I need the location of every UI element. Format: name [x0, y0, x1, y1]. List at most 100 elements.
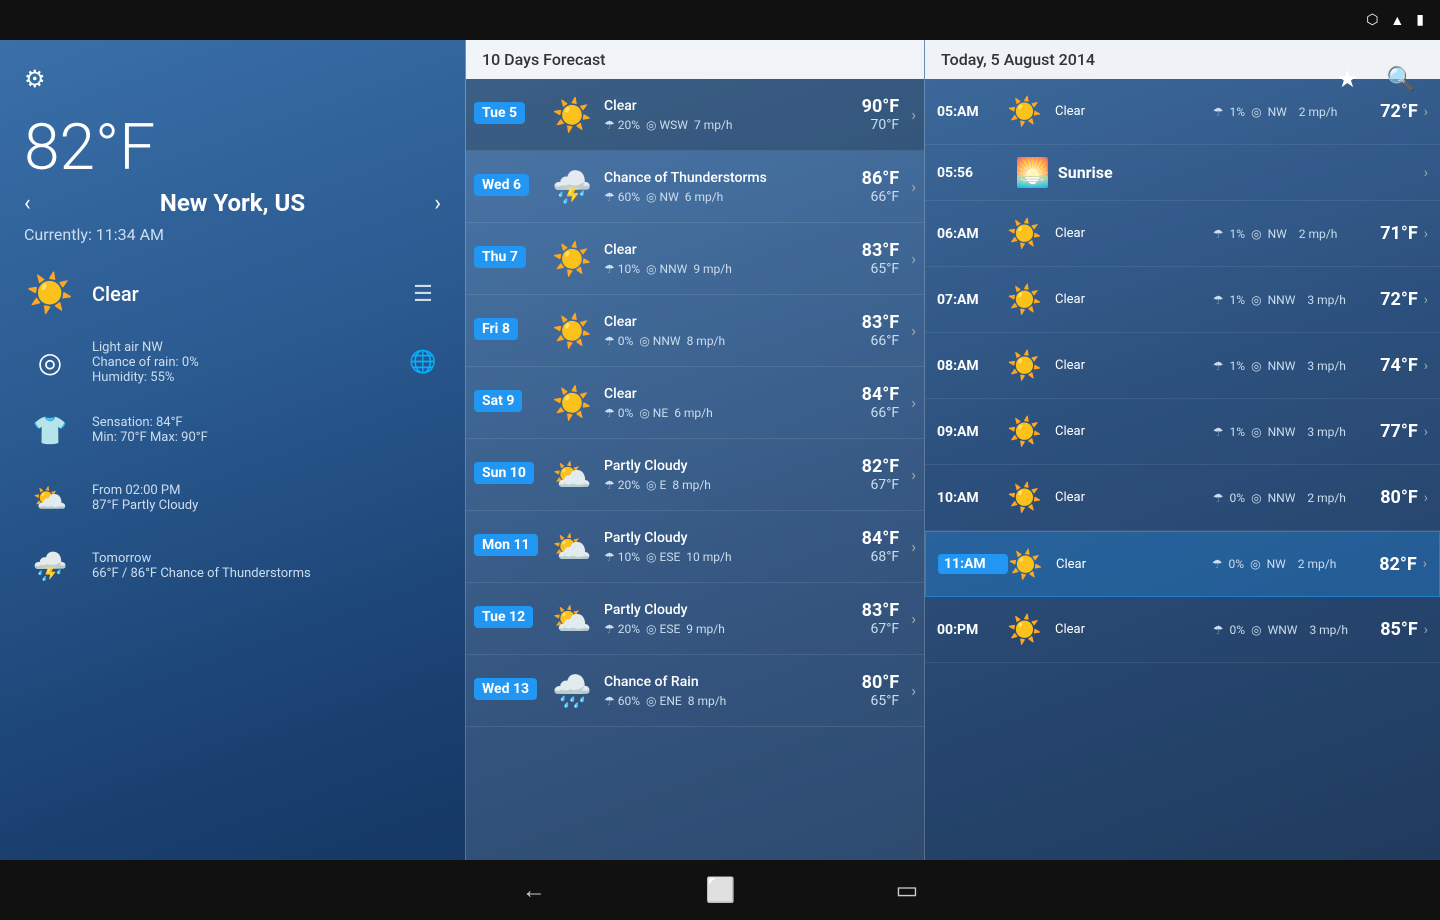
forecast-wind: ◎ NNW — [646, 262, 687, 276]
hourly-wind-speed: 2 mp/h — [1299, 227, 1338, 241]
forecast-day-label: Sat 9 — [474, 390, 546, 416]
forecast-row[interactable]: Thu 7 ☀️ Clear ☂ 10% ◎ NNW 9 mp/h 83°F 6 — [466, 223, 924, 295]
forecast-description: Partly Cloudy ☂ 20% ◎ E 8 mp/h — [598, 458, 831, 492]
forecast-condition: Chance of Rain — [604, 674, 825, 690]
hourly-row[interactable]: 00:PM ☀️ Clear ☂ 0% ◎ WNW 3 mp/h 85°F › — [925, 597, 1440, 663]
hourly-time: 11:AM — [938, 554, 1008, 574]
forecast-row[interactable]: Mon 11 ⛅ Partly Cloudy ☂ 10% ◎ ESE 10 mp… — [466, 511, 924, 583]
sensation-text: Sensation: 84°F Min: 70°F Max: 90°F — [92, 415, 441, 445]
forecast-row[interactable]: Tue 12 ⛅ Partly Cloudy ☂ 20% ◎ ESE 9 mp/… — [466, 583, 924, 655]
forecast-arrow: › — [911, 393, 916, 412]
hourly-wind-speed: 2 mp/h — [1298, 557, 1337, 571]
hourly-temperature: 82°F — [1352, 554, 1417, 575]
current-time: Currently: 11:34 AM — [24, 225, 441, 244]
hourly-wind-speed: 3 mp/h — [1307, 425, 1346, 439]
hourly-wind-speed: 3 mp/h — [1309, 623, 1348, 637]
umbrella-icon: ☂ — [604, 622, 615, 636]
forecast-row[interactable]: Fri 8 ☀️ Clear ☂ 0% ◎ NNW 8 mp/h 83°F 66 — [466, 295, 924, 367]
hourly-temperature: 74°F — [1353, 355, 1418, 376]
forecast-row[interactable]: Sun 10 ⛅ Partly Cloudy ☂ 20% ◎ E 8 mp/h … — [466, 439, 924, 511]
forecast-row[interactable]: Wed 13 🌧️ Chance of Rain ☂ 60% ◎ ENE 8 m… — [466, 655, 924, 727]
detail-list-icon[interactable]: ☰ — [405, 276, 441, 312]
forecast-day-badge: Mon 11 — [474, 534, 538, 556]
hourly-row[interactable]: 06:AM ☀️ Clear ☂ 1% ◎ NW 2 mp/h 71°F › — [925, 201, 1440, 267]
forecast-list: Tue 5 ☀️ Clear ☂ 20% ◎ WSW 7 mp/h 90°F 7 — [466, 79, 924, 727]
hourly-details: ☂ 0% ◎ WNW 3 mp/h — [1213, 623, 1353, 637]
hourly-details: ☂ 0% ◎ NW 2 mp/h — [1212, 557, 1352, 571]
forecast-condition: Clear — [604, 242, 825, 258]
forecast-wind-speed: 8 mp/h — [672, 478, 711, 492]
hourly-row[interactable]: 09:AM ☀️ Clear ☂ 1% ◎ NNW 3 mp/h 77°F › — [925, 399, 1440, 465]
current-condition-text: Clear — [92, 282, 389, 306]
search-icon[interactable]: 🔍 — [1386, 65, 1416, 93]
battery-icon: ▮ — [1416, 12, 1424, 28]
forecast-low-temp: 68°F — [831, 549, 899, 565]
hourly-time: 08:AM — [937, 358, 1007, 374]
forecast-umbrella: ☂ 10% — [604, 550, 640, 564]
umbrella-icon: ☂ — [604, 190, 615, 204]
forecast-details: ☂ 0% ◎ NE 6 mp/h — [604, 406, 825, 420]
forecast-wind: ◎ ESE — [646, 622, 680, 636]
forecast-row[interactable]: Wed 6 ⛈️ Chance of Thunderstorms ☂ 60% ◎… — [466, 151, 924, 223]
wind-icon: ◎ — [646, 262, 656, 276]
main-temperature: 82°F — [24, 110, 441, 189]
forecast-low-temp: 65°F — [831, 693, 899, 709]
hourly-condition: Clear — [1055, 622, 1213, 637]
forecast-wind-speed: 9 mp/h — [693, 262, 732, 276]
status-bar: ⬡ ▲ ▮ — [0, 0, 1440, 40]
hourly-umbrella-pct: 0% — [1230, 623, 1246, 637]
forecast-weather-icon: ⛈️ — [546, 168, 598, 206]
forecast-temperatures: 84°F 68°F — [831, 528, 911, 565]
forecast-details: ☂ 60% ◎ NW 6 mp/h — [604, 190, 825, 204]
back-button[interactable]: ← — [522, 876, 546, 905]
hourly-wind-icon: ◎ — [1251, 623, 1261, 637]
hourly-row[interactable]: 07:AM ☀️ Clear ☂ 1% ◎ NNW 3 mp/h 72°F › — [925, 267, 1440, 333]
forecast-low-temp: 66°F — [831, 405, 899, 421]
temperature-display: 82°F — [24, 110, 441, 185]
hourly-condition: Clear — [1056, 557, 1212, 572]
hourly-details: ☂ 0% ◎ NNW 2 mp/h — [1213, 491, 1353, 505]
tomorrow-label: Tomorrow — [92, 551, 441, 566]
min-max-label: Min: 70°F Max: 90°F — [92, 430, 441, 445]
forecast-high-temp: 84°F — [831, 384, 899, 405]
favorites-icon[interactable]: ★ — [1337, 65, 1359, 93]
hourly-umbrella-icon: ☂ — [1213, 227, 1224, 241]
hourly-arrow: › — [1424, 226, 1428, 242]
nav-left-arrow[interactable]: ‹ — [24, 191, 31, 216]
forecast-day-label: Wed 6 — [474, 174, 546, 200]
hourly-weather-icon: ☀️ — [1007, 283, 1051, 316]
forecast-high-temp: 80°F — [831, 672, 899, 693]
forecast-weather-icon: ☀️ — [546, 384, 598, 422]
hourly-time: 00:PM — [937, 622, 1007, 638]
nav-right-arrow[interactable]: › — [434, 191, 441, 216]
globe-icon[interactable]: 🌐 — [405, 344, 441, 380]
hourly-row[interactable]: 10:AM ☀️ Clear ☂ 0% ◎ NNW 2 mp/h 80°F › — [925, 465, 1440, 531]
forecast-wind-speed: 10 mp/h — [686, 550, 731, 564]
hourly-time: 06:AM — [937, 226, 1007, 242]
top-bar: ⚙ ★ 🔍 — [0, 40, 1440, 118]
wind-icon: ◎ — [646, 694, 656, 708]
hourly-row[interactable]: 11:AM ☀️ Clear ☂ 0% ◎ NW 2 mp/h 82°F › — [925, 531, 1440, 597]
forecast-wind: ◎ WSW — [646, 118, 688, 132]
forecast-temperatures: 83°F 66°F — [831, 312, 911, 349]
hourly-temperature: 72°F — [1353, 289, 1418, 310]
forecast-day-badge: Sun 10 — [474, 462, 534, 484]
humidity-label: Humidity: 55% — [92, 370, 389, 385]
forecast-umbrella: ☂ 20% — [604, 622, 640, 636]
settings-icon[interactable]: ⚙ — [24, 65, 46, 93]
forecast-day-badge: Tue 12 — [474, 606, 533, 628]
hourly-temperature: 80°F — [1353, 487, 1418, 508]
forecast-weather-icon: ☀️ — [546, 240, 598, 278]
forecast-row[interactable]: Sat 9 ☀️ Clear ☂ 0% ◎ NE 6 mp/h 84°F 66° — [466, 367, 924, 439]
forecast-weather-icon: ☀️ — [546, 312, 598, 350]
forecast-umbrella: ☂ 10% — [604, 262, 640, 276]
tomorrow-text: Tomorrow 66°F / 86°F Chance of Thunderst… — [92, 551, 441, 581]
tomorrow-desc-label: 66°F / 86°F Chance of Thunderstorms — [92, 566, 441, 581]
forecast-description: Partly Cloudy ☂ 10% ◎ ESE 10 mp/h — [598, 530, 831, 564]
umbrella-icon: ☂ — [604, 334, 615, 348]
hourly-details: ☂ 1% ◎ NNW 3 mp/h — [1213, 293, 1353, 307]
hourly-condition: Clear — [1055, 226, 1213, 241]
forecast-day-label: Mon 11 — [474, 534, 546, 560]
hourly-row[interactable]: 08:AM ☀️ Clear ☂ 1% ◎ NNW 3 mp/h 74°F › — [925, 333, 1440, 399]
left-panel: 82°F ‹ New York, US › Currently: 11:34 A… — [0, 40, 465, 860]
